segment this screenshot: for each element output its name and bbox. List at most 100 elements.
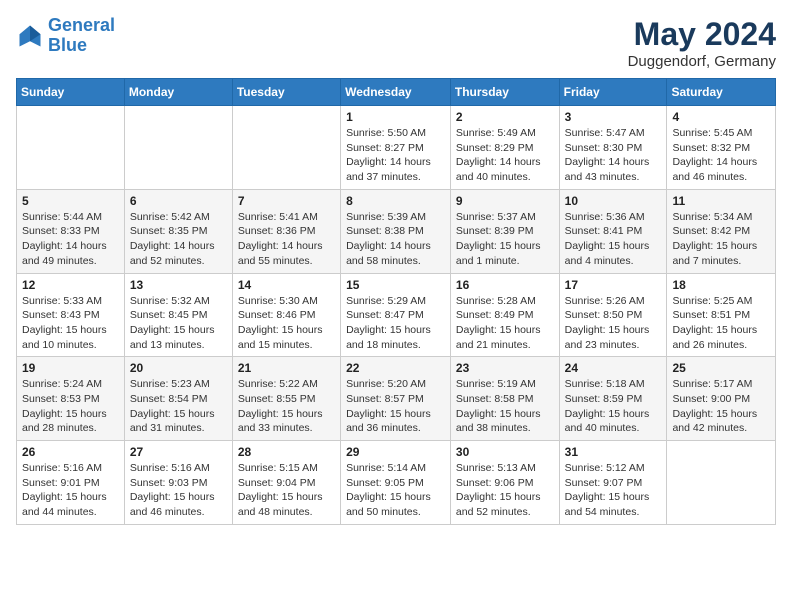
calendar-cell: 7Sunrise: 5:41 AM Sunset: 8:36 PM Daylig… [232, 189, 340, 273]
day-number: 29 [346, 445, 445, 459]
day-info: Sunrise: 5:45 AM Sunset: 8:32 PM Dayligh… [672, 126, 770, 185]
logo-icon [16, 22, 44, 50]
calendar-cell: 10 Sunrise: 5:36 AM Sunset: 8:41 PM Dayli… [559, 189, 667, 273]
day-info: Sunrise: 5:14 AM Sunset: 9:05 PM Dayligh… [346, 461, 445, 520]
calendar-cell: 6 Sunrise: 5:42 AM Sunset: 8:35 PM Daylig… [124, 189, 232, 273]
day-number: 3 [565, 110, 662, 124]
day-info: Sunrise: 5:18 AM Sunset: 8:59 PM Dayligh… [565, 377, 662, 436]
day-info: Sunrise: 5:36 AM Sunset: 8:41 PM Dayligh… [565, 210, 662, 269]
day-number: 1 [346, 110, 445, 124]
week-row-2: 5 Sunrise: 5:44 AM Sunset: 8:33 PM Daylig… [17, 189, 776, 273]
day-info: Sunrise: 5:15 AM Sunset: 9:04 PM Dayligh… [238, 461, 335, 520]
day-info: Sunrise: 5:16 AM Sunset: 9:01 PM Dayligh… [22, 461, 119, 520]
weekday-monday: Monday [124, 79, 232, 106]
calendar-cell: 20 Sunrise: 5:23 AM Sunset: 8:54 PM Dayli… [124, 357, 232, 441]
calendar-cell: 13Sunrise: 5:32 AM Sunset: 8:45 PM Dayli… [124, 273, 232, 357]
day-number: 26 [22, 445, 119, 459]
calendar-cell: 8Sunrise: 5:39 AM Sunset: 8:38 PM Daylig… [341, 189, 451, 273]
day-info: Sunrise: 5:13 AM Sunset: 9:06 PM Dayligh… [456, 461, 554, 520]
calendar-cell: 26 Sunrise: 5:16 AM Sunset: 9:01 PM Dayli… [17, 441, 125, 525]
calendar: SundayMondayTuesdayWednesdayThursdayFrid… [16, 78, 776, 525]
weekday-friday: Friday [559, 79, 667, 106]
calendar-cell: 22 Sunrise: 5:20 AM Sunset: 8:57 PM Dayli… [341, 357, 451, 441]
calendar-cell: 24Sunrise: 5:18 AM Sunset: 8:59 PM Dayli… [559, 357, 667, 441]
calendar-cell: 25 Sunrise: 5:17 AM Sunset: 9:00 PM Dayli… [667, 357, 776, 441]
day-number: 10 [565, 194, 662, 208]
calendar-cell: 1 Sunrise: 5:50 AM Sunset: 8:27 PM Daylig… [341, 106, 451, 190]
day-number: 25 [672, 361, 770, 375]
day-number: 2 [456, 110, 554, 124]
day-info: Sunrise: 5:12 AM Sunset: 9:07 PM Dayligh… [565, 461, 662, 520]
week-row-1: 1 Sunrise: 5:50 AM Sunset: 8:27 PM Daylig… [17, 106, 776, 190]
day-info: Sunrise: 5:23 AM Sunset: 8:54 PM Dayligh… [130, 377, 227, 436]
calendar-body: 1 Sunrise: 5:50 AM Sunset: 8:27 PM Daylig… [17, 106, 776, 525]
month-title: May 2024 [628, 16, 776, 53]
logo: General Blue [16, 16, 115, 56]
day-number: 14 [238, 278, 335, 292]
day-number: 18 [672, 278, 770, 292]
calendar-cell: 19 Sunrise: 5:24 AM Sunset: 8:53 PM Dayli… [17, 357, 125, 441]
day-info: Sunrise: 5:30 AM Sunset: 8:46 PM Dayligh… [238, 294, 335, 353]
day-info: Sunrise: 5:24 AM Sunset: 8:53 PM Dayligh… [22, 377, 119, 436]
day-info: Sunrise: 5:28 AM Sunset: 8:49 PM Dayligh… [456, 294, 554, 353]
calendar-header: SundayMondayTuesdayWednesdayThursdayFrid… [17, 79, 776, 106]
logo-text: General Blue [48, 16, 115, 56]
calendar-cell: 30 Sunrise: 5:13 AM Sunset: 9:06 PM Dayli… [450, 441, 559, 525]
day-info: Sunrise: 5:44 AM Sunset: 8:33 PM Dayligh… [22, 210, 119, 269]
calendar-cell: 27Sunrise: 5:16 AM Sunset: 9:03 PM Dayli… [124, 441, 232, 525]
calendar-cell: 12 Sunrise: 5:33 AM Sunset: 8:43 PM Dayli… [17, 273, 125, 357]
day-info: Sunrise: 5:37 AM Sunset: 8:39 PM Dayligh… [456, 210, 554, 269]
calendar-cell: 9Sunrise: 5:37 AM Sunset: 8:39 PM Daylig… [450, 189, 559, 273]
calendar-cell: 17Sunrise: 5:26 AM Sunset: 8:50 PM Dayli… [559, 273, 667, 357]
day-number: 21 [238, 361, 335, 375]
day-info: Sunrise: 5:29 AM Sunset: 8:47 PM Dayligh… [346, 294, 445, 353]
weekday-row: SundayMondayTuesdayWednesdayThursdayFrid… [17, 79, 776, 106]
weekday-tuesday: Tuesday [232, 79, 340, 106]
day-info: Sunrise: 5:42 AM Sunset: 8:35 PM Dayligh… [130, 210, 227, 269]
day-number: 16 [456, 278, 554, 292]
week-row-4: 19 Sunrise: 5:24 AM Sunset: 8:53 PM Dayli… [17, 357, 776, 441]
calendar-cell: 21 Sunrise: 5:22 AM Sunset: 8:55 PM Dayli… [232, 357, 340, 441]
week-row-3: 12 Sunrise: 5:33 AM Sunset: 8:43 PM Dayli… [17, 273, 776, 357]
calendar-cell: 4Sunrise: 5:45 AM Sunset: 8:32 PM Daylig… [667, 106, 776, 190]
day-number: 31 [565, 445, 662, 459]
day-info: Sunrise: 5:22 AM Sunset: 8:55 PM Dayligh… [238, 377, 335, 436]
day-number: 5 [22, 194, 119, 208]
calendar-cell [232, 106, 340, 190]
calendar-cell [17, 106, 125, 190]
day-number: 30 [456, 445, 554, 459]
day-number: 19 [22, 361, 119, 375]
day-number: 12 [22, 278, 119, 292]
week-row-5: 26 Sunrise: 5:16 AM Sunset: 9:01 PM Dayli… [17, 441, 776, 525]
day-info: Sunrise: 5:20 AM Sunset: 8:57 PM Dayligh… [346, 377, 445, 436]
calendar-cell: 2 Sunrise: 5:49 AM Sunset: 8:29 PM Daylig… [450, 106, 559, 190]
weekday-thursday: Thursday [450, 79, 559, 106]
weekday-saturday: Saturday [667, 79, 776, 106]
day-number: 23 [456, 361, 554, 375]
calendar-cell: 11Sunrise: 5:34 AM Sunset: 8:42 PM Dayli… [667, 189, 776, 273]
day-info: Sunrise: 5:50 AM Sunset: 8:27 PM Dayligh… [346, 126, 445, 185]
day-number: 6 [130, 194, 227, 208]
day-number: 20 [130, 361, 227, 375]
day-info: Sunrise: 5:26 AM Sunset: 8:50 PM Dayligh… [565, 294, 662, 353]
calendar-cell: 5 Sunrise: 5:44 AM Sunset: 8:33 PM Daylig… [17, 189, 125, 273]
day-info: Sunrise: 5:25 AM Sunset: 8:51 PM Dayligh… [672, 294, 770, 353]
day-info: Sunrise: 5:33 AM Sunset: 8:43 PM Dayligh… [22, 294, 119, 353]
calendar-cell [124, 106, 232, 190]
weekday-sunday: Sunday [17, 79, 125, 106]
day-info: Sunrise: 5:16 AM Sunset: 9:03 PM Dayligh… [130, 461, 227, 520]
day-number: 15 [346, 278, 445, 292]
calendar-cell: 18 Sunrise: 5:25 AM Sunset: 8:51 PM Dayli… [667, 273, 776, 357]
calendar-cell [667, 441, 776, 525]
day-number: 28 [238, 445, 335, 459]
location: Duggendorf, Germany [628, 53, 776, 70]
day-info: Sunrise: 5:49 AM Sunset: 8:29 PM Dayligh… [456, 126, 554, 185]
calendar-cell: 31 Sunrise: 5:12 AM Sunset: 9:07 PM Dayli… [559, 441, 667, 525]
weekday-wednesday: Wednesday [341, 79, 451, 106]
calendar-cell: 15 Sunrise: 5:29 AM Sunset: 8:47 PM Dayli… [341, 273, 451, 357]
day-info: Sunrise: 5:41 AM Sunset: 8:36 PM Dayligh… [238, 210, 335, 269]
day-info: Sunrise: 5:17 AM Sunset: 9:00 PM Dayligh… [672, 377, 770, 436]
calendar-cell: 16 Sunrise: 5:28 AM Sunset: 8:49 PM Dayli… [450, 273, 559, 357]
title-block: May 2024 Duggendorf, Germany [628, 16, 776, 70]
day-number: 22 [346, 361, 445, 375]
